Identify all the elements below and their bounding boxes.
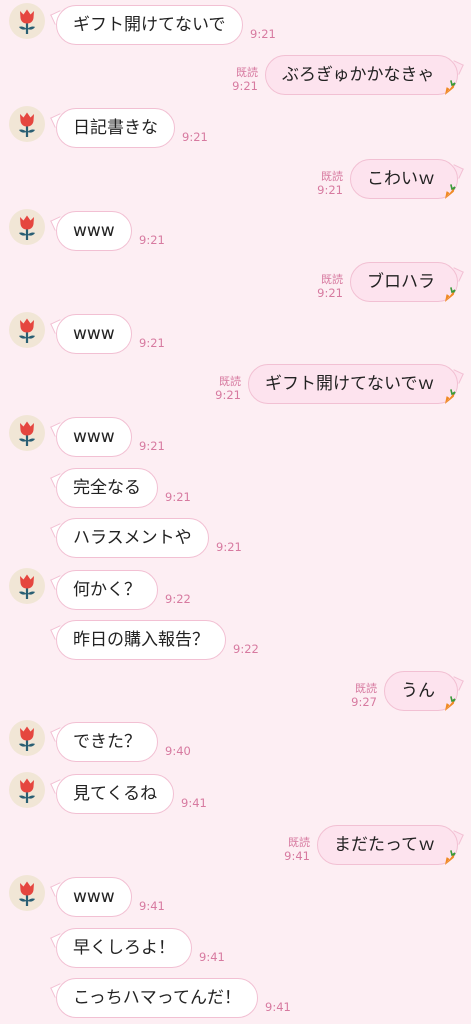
incoming-message: www 9:21 xyxy=(0,415,471,461)
red-tulip-icon xyxy=(9,112,45,142)
message-time: 9:21 xyxy=(250,27,276,41)
message-time: 9:21 xyxy=(139,233,165,247)
incoming-message: 完全なる 9:21 xyxy=(0,468,471,512)
message-bubble[interactable]: こっちハマってんだ！ xyxy=(56,978,258,1018)
message-time: 9:41 xyxy=(139,899,165,913)
read-receipt: 既読 xyxy=(288,836,310,849)
avatar[interactable] xyxy=(9,106,45,142)
outgoing-message: ぶろぎゅかかなきゃ 既読 9:21 xyxy=(0,55,471,99)
incoming-message: ギフト開けてないで 9:21 xyxy=(0,3,471,49)
carrot-icon xyxy=(442,80,456,96)
incoming-message: できた？ 9:40 xyxy=(0,720,471,766)
avatar[interactable] xyxy=(9,415,45,451)
message-time: 9:21 xyxy=(139,439,165,453)
message-bubble[interactable]: ギフト開けてないで xyxy=(56,5,243,45)
carrot-icon xyxy=(442,389,456,405)
incoming-message: 何かく？ 9:22 xyxy=(0,568,471,614)
read-receipt: 既読 xyxy=(236,66,258,79)
read-receipt: 既読 xyxy=(355,682,377,695)
incoming-message: 日記書きな 9:21 xyxy=(0,106,471,152)
message-time: 9:21 xyxy=(317,286,343,300)
message-bubble[interactable]: 見てくるね xyxy=(56,774,175,814)
avatar[interactable] xyxy=(9,3,45,39)
carrot-icon xyxy=(442,184,456,200)
message-bubble[interactable]: ぶろぎゅかかなきゃ xyxy=(265,55,458,95)
red-tulip-icon xyxy=(9,778,45,808)
message-bubble[interactable]: www xyxy=(56,314,132,354)
incoming-message: 昨日の購入報告？ 9:22 xyxy=(0,620,471,664)
incoming-message: ハラスメントや 9:21 xyxy=(0,518,471,562)
read-receipt: 既読 xyxy=(321,273,343,286)
message-time: 9:21 xyxy=(216,540,242,554)
avatar[interactable] xyxy=(9,312,45,348)
message-time: 9:41 xyxy=(284,849,310,863)
avatar[interactable] xyxy=(9,720,45,756)
message-time: 9:21 xyxy=(215,388,241,402)
message-bubble[interactable]: ギフト開けてないでｗ xyxy=(248,364,458,404)
avatar[interactable] xyxy=(9,209,45,245)
avatar[interactable] xyxy=(9,568,45,604)
red-tulip-icon xyxy=(9,9,45,39)
incoming-message: 見てくるね 9:41 xyxy=(0,772,471,818)
carrot-icon xyxy=(442,850,456,866)
red-tulip-icon xyxy=(9,421,45,451)
message-bubble[interactable]: www xyxy=(56,417,132,457)
red-tulip-icon xyxy=(9,215,45,245)
outgoing-message: まだたってｗ 既読 9:41 xyxy=(0,825,471,869)
incoming-message: 早くしろよ！ 9:41 xyxy=(0,928,471,972)
message-time: 9:41 xyxy=(265,1000,291,1014)
message-bubble[interactable]: ハラスメントや xyxy=(56,518,209,558)
message-time: 9:22 xyxy=(233,642,259,656)
avatar[interactable] xyxy=(9,772,45,808)
message-time: 9:27 xyxy=(351,695,377,709)
red-tulip-icon xyxy=(9,574,45,604)
message-bubble[interactable]: まだたってｗ xyxy=(317,825,459,865)
incoming-message: www 9:21 xyxy=(0,209,471,255)
message-bubble[interactable]: 完全なる xyxy=(56,468,158,508)
incoming-message: こっちハマってんだ！ 9:41 xyxy=(0,978,471,1022)
read-receipt: 既読 xyxy=(321,170,343,183)
red-tulip-icon xyxy=(9,318,45,348)
message-time: 9:40 xyxy=(165,744,191,758)
message-time: 9:21 xyxy=(139,336,165,350)
outgoing-message: こわいｗ 既読 9:21 xyxy=(0,159,471,203)
message-bubble[interactable]: 日記書きな xyxy=(56,108,175,148)
message-time: 9:21 xyxy=(232,79,258,93)
message-time: 9:21 xyxy=(317,183,343,197)
message-bubble[interactable]: 早くしろよ！ xyxy=(56,928,192,968)
message-bubble[interactable]: 何かく？ xyxy=(56,570,158,610)
red-tulip-icon xyxy=(9,881,45,911)
red-tulip-icon xyxy=(9,726,45,756)
outgoing-message: ブロハラ 既読 9:21 xyxy=(0,262,471,306)
message-bubble[interactable]: www xyxy=(56,211,132,251)
carrot-icon xyxy=(442,287,456,303)
message-bubble[interactable]: www xyxy=(56,877,132,917)
message-time: 9:21 xyxy=(182,130,208,144)
incoming-message: www 9:41 xyxy=(0,875,471,921)
outgoing-message: うん 既読 9:27 xyxy=(0,671,471,715)
message-time: 9:41 xyxy=(199,950,225,964)
chat-area[interactable]: ギフト開けてないで 9:21 ぶろぎゅかかなきゃ 既読 9:21 日記書きな 9:21 こわい… xyxy=(0,0,471,1024)
message-bubble[interactable]: できた？ xyxy=(56,722,158,762)
read-receipt: 既読 xyxy=(219,375,241,388)
outgoing-message: ギフト開けてないでｗ 既読 9:21 xyxy=(0,364,471,408)
message-bubble[interactable]: 昨日の購入報告？ xyxy=(56,620,226,660)
message-time: 9:41 xyxy=(181,796,207,810)
avatar[interactable] xyxy=(9,875,45,911)
incoming-message: www 9:21 xyxy=(0,312,471,358)
message-time: 9:21 xyxy=(165,490,191,504)
carrot-icon xyxy=(442,696,456,712)
message-time: 9:22 xyxy=(165,592,191,606)
